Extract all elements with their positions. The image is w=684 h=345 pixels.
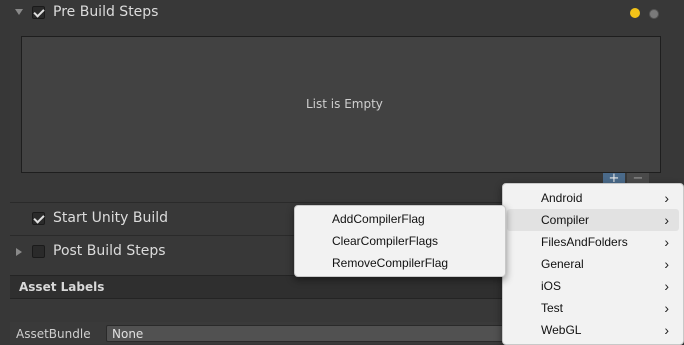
- context-menu: Android › Compiler › FilesAndFolders › G…: [502, 183, 684, 345]
- menu-item-label: Compiler: [541, 213, 590, 227]
- start-unity-build-checkbox[interactable]: [32, 212, 45, 225]
- chevron-right-icon: ›: [664, 212, 669, 228]
- post-build-title: Post Build Steps: [53, 243, 166, 259]
- chevron-right-icon: ›: [664, 256, 669, 272]
- menu-item-label: Test: [541, 301, 564, 315]
- menu-item-addcompilerflag[interactable]: AddCompilerFlag: [299, 208, 501, 230]
- pre-build-title: Pre Build Steps: [53, 4, 159, 20]
- menu-item-compiler[interactable]: Compiler ›: [507, 209, 679, 231]
- foldout-arrow-icon[interactable]: [16, 248, 22, 256]
- menu-item-label: ClearCompilerFlags: [332, 234, 439, 248]
- menu-item-label: AddCompilerFlag: [332, 212, 425, 226]
- menu-item-label: WebGL: [541, 323, 582, 337]
- foldout-arrow-icon[interactable]: [15, 9, 23, 15]
- menu-item-label: General: [541, 257, 584, 271]
- menu-item-label: Android: [541, 191, 583, 205]
- menu-item-filesandfolders[interactable]: FilesAndFolders ›: [507, 231, 679, 253]
- menu-item-label: RemoveCompilerFlag: [332, 256, 449, 270]
- asset-labels-title: Asset Labels: [19, 280, 105, 294]
- pre-build-checkbox[interactable]: [32, 6, 45, 19]
- menu-item-clearcompilerflags[interactable]: ClearCompilerFlags: [299, 230, 501, 252]
- post-build-checkbox[interactable]: [32, 245, 45, 258]
- chevron-right-icon: ›: [664, 234, 669, 250]
- menu-item-android[interactable]: Android ›: [507, 187, 679, 209]
- modified-dot-icon: [630, 8, 640, 18]
- list-empty-text: List is Empty: [306, 97, 383, 111]
- chevron-right-icon: ›: [664, 278, 669, 294]
- menu-item-general[interactable]: General ›: [507, 253, 679, 275]
- pre-build-header[interactable]: Pre Build Steps: [10, 0, 684, 26]
- compiler-submenu: AddCompilerFlag ClearCompilerFlags Remov…: [294, 205, 506, 277]
- chevron-right-icon: ›: [664, 190, 669, 206]
- assetbundle-label: AssetBundle: [16, 327, 91, 341]
- menu-item-test[interactable]: Test ›: [507, 297, 679, 319]
- chevron-right-icon: ›: [664, 300, 669, 316]
- assetbundle-value: None: [112, 327, 144, 341]
- menu-item-label: iOS: [541, 279, 562, 293]
- assetbundle-dropdown[interactable]: None: [106, 325, 506, 342]
- start-unity-build-label: Start Unity Build: [53, 210, 169, 226]
- start-unity-build-row[interactable]: Start Unity Build: [10, 207, 310, 231]
- menu-item-ios[interactable]: iOS ›: [507, 275, 679, 297]
- menu-item-removecompilerflag[interactable]: RemoveCompilerFlag: [299, 252, 501, 274]
- menu-item-label: FilesAndFolders: [541, 235, 628, 249]
- menu-item-webgl[interactable]: WebGL ›: [507, 319, 679, 341]
- post-build-header[interactable]: Post Build Steps: [10, 240, 310, 264]
- settings-icon[interactable]: [649, 9, 659, 19]
- chevron-right-icon: ›: [664, 322, 669, 338]
